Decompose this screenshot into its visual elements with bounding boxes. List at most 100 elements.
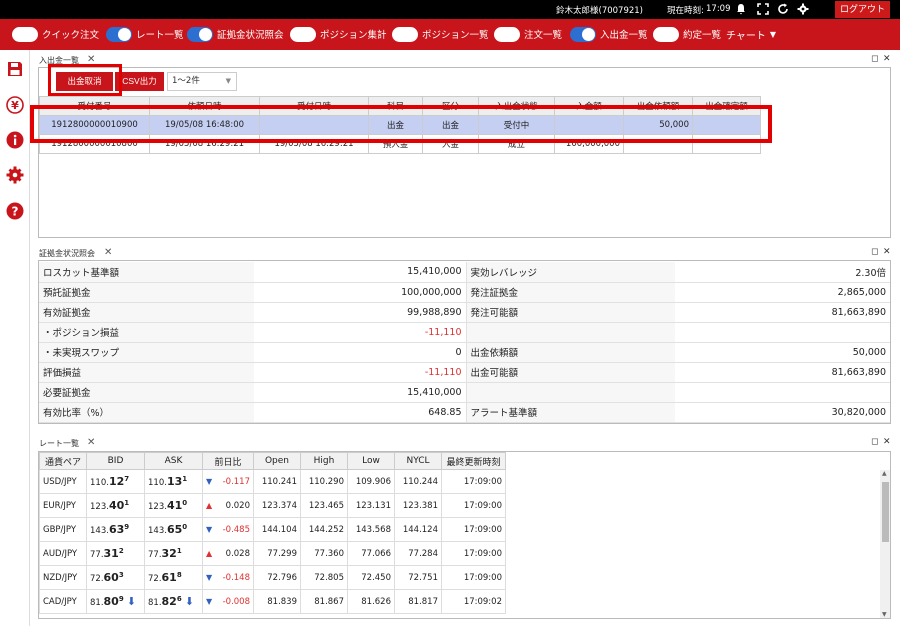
update-time: 17:09:02 [441, 589, 506, 614]
toggle-position-list[interactable]: ポジション一覧 [392, 26, 489, 42]
csv-export-button[interactable]: CSV出力 [115, 72, 164, 91]
toggle-rate-list[interactable]: レート一覧 [106, 26, 184, 42]
margin-label: 預託証拠金 [39, 282, 254, 303]
rates-panel-title: レート一覧 [39, 439, 79, 448]
bid-price[interactable]: 81.809 ⬇ [86, 589, 145, 614]
ask-prefix: 143. [148, 526, 167, 536]
table-header-row: 通貨ペア BID ASK 前日比 Open High Low NYCL 最終更新… [39, 452, 506, 470]
toggle-label: 入出金一覧 [600, 30, 648, 41]
bid-prefix: 143. [90, 526, 109, 536]
svg-text:?: ? [12, 205, 19, 219]
bid-prefix: 77. [90, 550, 104, 560]
toggle-deposit-list[interactable]: 入出金一覧 [570, 26, 648, 42]
scrollbar[interactable]: ▲ ▼ [880, 470, 890, 618]
maximize-icon[interactable]: ◻ [871, 54, 878, 64]
margin-label: 必要証拠金 [39, 382, 254, 403]
column-header[interactable]: BID [86, 452, 145, 470]
count-select[interactable]: 1～2件 ▼ [167, 72, 237, 91]
toggle-position-summary[interactable]: ポジション集計 [290, 26, 387, 42]
low-value: 109.906 [347, 469, 395, 494]
change-cell: ▼ -0.148 [202, 565, 254, 590]
triangle-down-icon: ▼ [206, 524, 213, 534]
low-value: 77.066 [347, 541, 395, 566]
toggle-order-list[interactable]: 注文一覧 [494, 26, 562, 42]
yen-icon[interactable]: ¥ [6, 96, 24, 114]
bid-price[interactable]: 110.127 [86, 469, 145, 494]
bid-price[interactable]: 77.312 [86, 541, 145, 566]
triangle-up-icon: ▲ [206, 500, 213, 510]
column-header[interactable]: Open [253, 452, 301, 470]
ask-price[interactable]: 143.650 [144, 517, 203, 542]
triangle-down-icon: ▼ [206, 596, 213, 606]
scrollbar-thumb[interactable] [882, 482, 889, 542]
ask-price[interactable]: 72.618 [144, 565, 203, 590]
toggle-label: 注文一覧 [524, 30, 563, 41]
column-header[interactable]: NYCL [394, 452, 442, 470]
update-time: 17:09:00 [441, 541, 506, 566]
gear-icon[interactable] [6, 166, 24, 184]
bid-fraction: 3 [118, 571, 124, 579]
rate-row[interactable]: USD/JPY 110.127 110.131 ▼ -0.117 110.241 110.2… [39, 469, 506, 494]
column-header[interactable]: 最終更新時刻 [441, 452, 506, 470]
refresh-icon[interactable] [777, 3, 789, 15]
rate-row[interactable]: NZD/JPY 72.603 72.618 ▼ -0.148 72.796 72.805 72… [39, 565, 506, 590]
close-icon[interactable]: ✕ [883, 437, 891, 447]
settings-icon[interactable] [797, 3, 809, 15]
fullscreen-icon[interactable] [757, 3, 769, 15]
bell-icon[interactable] [735, 3, 747, 15]
close-icon[interactable]: ✕ [883, 54, 891, 64]
margin-label: 有効証拠金 [39, 302, 254, 323]
column-header[interactable]: ASK [144, 452, 203, 470]
ask-price[interactable]: 77.321 [144, 541, 203, 566]
help-icon[interactable]: ? [6, 202, 24, 220]
scroll-up-icon[interactable]: ▲ [882, 470, 887, 477]
rate-row[interactable]: CAD/JPY 81.809 ⬇ 81.826 ⬇ ▼ -0.008 81.839 81.867… [39, 589, 506, 614]
close-icon[interactable]: ✕ [87, 437, 95, 448]
ask-price[interactable]: 123.410 [144, 493, 203, 518]
scroll-down-icon[interactable]: ▼ [882, 611, 887, 618]
rate-row[interactable]: EUR/JPY 123.401 123.410 ▲ 0.020 123.374 123.46… [39, 493, 506, 518]
toggle-margin-status[interactable]: 証拠金状況照会 [187, 26, 284, 42]
bid-price[interactable]: 143.639 [86, 517, 145, 542]
margin-panel-header: 証拠金状況照会 ✕ ◻ ✕ [31, 246, 891, 260]
chart-menu[interactable]: チャート ▼ [726, 27, 776, 42]
svg-text:¥: ¥ [11, 99, 19, 112]
rate-row[interactable]: GBP/JPY 143.639 143.650 ▼ -0.485 144.104 144.2… [39, 517, 506, 542]
ask-prefix: 77. [148, 550, 162, 560]
bid-price[interactable]: 72.603 [86, 565, 145, 590]
save-icon[interactable] [6, 60, 24, 78]
maximize-icon[interactable]: ◻ [871, 437, 878, 447]
ask-price[interactable]: 81.826 ⬇ [144, 589, 203, 614]
margin-label: ・未実現スワップ [39, 342, 254, 363]
close-icon[interactable]: ✕ [883, 247, 891, 257]
currency-pair: CAD/JPY [39, 589, 87, 614]
rate-row[interactable]: AUD/JPY 77.312 77.321 ▲ 0.028 77.299 77.360 77.… [39, 541, 506, 566]
info-icon[interactable] [6, 131, 24, 149]
update-time: 17:09:00 [441, 469, 506, 494]
bid-fraction: 9 [124, 523, 130, 531]
margin-value: -11,110 [254, 362, 467, 383]
margin-value: 648.85 [254, 402, 467, 423]
chevron-down-icon: ▼ [225, 77, 231, 85]
bid-prefix: 123. [90, 502, 109, 512]
triangle-down-icon: ▼ [206, 572, 213, 582]
change-value: -0.485 [222, 524, 250, 535]
ask-price[interactable]: 110.131 [144, 469, 203, 494]
ask-pips: 13 [166, 475, 183, 488]
logout-button[interactable]: ログアウト [835, 1, 890, 18]
column-header[interactable]: 通貨ペア [39, 452, 87, 470]
margin-value: 81,663,890 [675, 302, 890, 323]
maximize-icon[interactable]: ◻ [871, 247, 878, 257]
close-icon[interactable]: ✕ [104, 247, 112, 258]
ask-prefix: 81. [148, 598, 162, 608]
toggle-execution-list[interactable]: 約定一覧 [653, 26, 721, 42]
column-header[interactable]: Low [347, 452, 395, 470]
margin-label: アラート基準額 [466, 402, 675, 423]
margin-value [675, 322, 890, 343]
column-header[interactable]: High [300, 452, 348, 470]
update-time: 17:09:00 [441, 517, 506, 542]
bid-price[interactable]: 123.401 [86, 493, 145, 518]
rates-table: 通貨ペア BID ASK 前日比 Open High Low NYCL 最終更新… [39, 452, 506, 614]
column-header[interactable]: 前日比 [202, 452, 254, 470]
toggle-quick-order[interactable]: クイック注文 [12, 26, 99, 42]
